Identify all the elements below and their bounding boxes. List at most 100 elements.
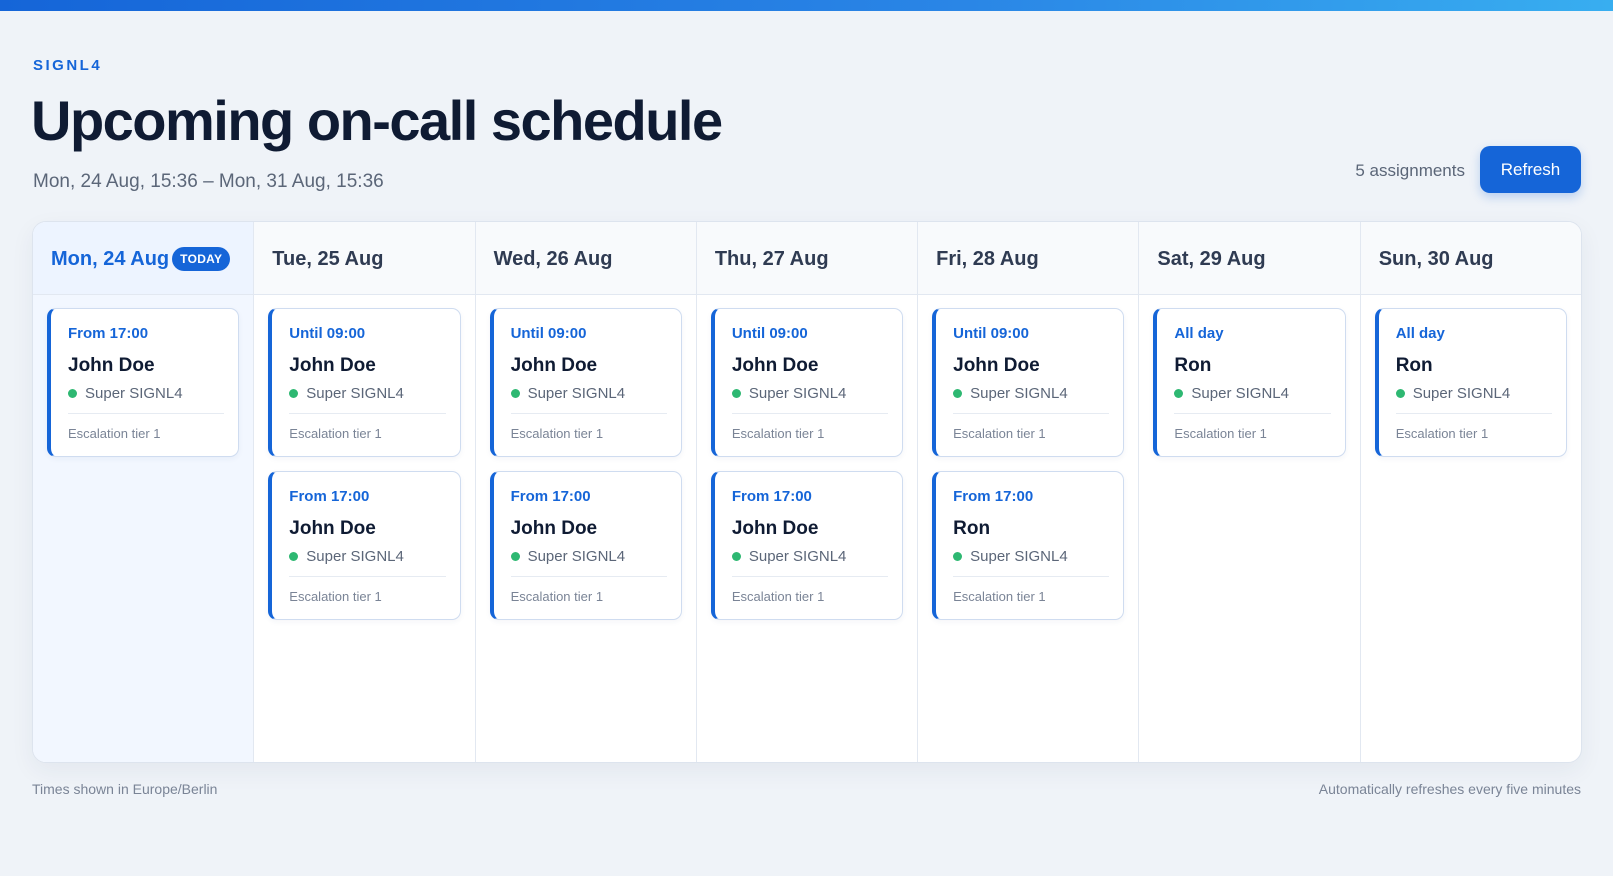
shift-time: Until 09:00 — [731, 325, 808, 342]
assignee-name: Ron — [1174, 355, 1212, 376]
brand-logo: SIGNL4 — [33, 57, 103, 74]
divider — [289, 576, 446, 577]
team-name: Super SIGNL4 — [527, 547, 626, 565]
divider — [731, 413, 889, 414]
team-row: Super SIGNL4 — [953, 546, 1109, 566]
shift-time: Until 09:00 — [510, 325, 587, 342]
status-dot-icon — [1174, 388, 1184, 398]
refresh-button[interactable]: Refresh — [1480, 146, 1581, 193]
day-column: Sun, 30 Aug All day Ron Super SIGNL4 Esc… — [1360, 222, 1581, 762]
day-shifts: Until 09:00 John Doe Super SIGNL4 Escala… — [476, 295, 696, 634]
status-dot-icon — [1395, 388, 1405, 398]
day-header: Mon, 24 Aug TODAY — [33, 222, 254, 295]
team-name: Super SIGNL4 — [970, 547, 1068, 565]
day-label: Sat, 29 Aug — [1157, 247, 1266, 270]
assignee-name: John Doe — [731, 518, 819, 539]
status-dot-icon — [731, 551, 741, 561]
shift-time: From 17:00 — [953, 488, 1034, 505]
assignee-name: Ron — [1395, 355, 1433, 376]
day-column: Fri, 28 Aug Until 09:00 John Doe Super S… — [918, 222, 1140, 762]
shift-card[interactable]: All day Ron Super SIGNL4 Escalation tier… — [1153, 308, 1346, 457]
team-row: Super SIGNL4 — [953, 383, 1109, 403]
shift-card[interactable]: Until 09:00 John Doe Super SIGNL4 Escala… — [710, 308, 904, 457]
shift-card[interactable]: From 17:00 John Doe Super SIGNL4 Escalat… — [489, 471, 682, 620]
day-shifts: Until 09:00 John Doe Super SIGNL4 Escala… — [918, 295, 1138, 634]
day-header: Tue, 25 Aug — [254, 222, 475, 295]
status-dot-icon — [953, 388, 963, 398]
shift-card[interactable]: Until 09:00 John Doe Super SIGNL4 Escala… — [489, 308, 682, 457]
status-dot-icon — [953, 551, 963, 561]
today-badge: TODAY — [172, 247, 231, 271]
shift-card[interactable]: From 17:00 John Doe Super SIGNL4 Escalat… — [710, 471, 904, 620]
assignee-name: John Doe — [731, 355, 819, 376]
escalation-tier: Escalation tier 1 — [510, 426, 604, 441]
divider — [731, 576, 889, 577]
assignee-name: Ron — [953, 518, 991, 539]
assignee-name: John Doe — [510, 518, 598, 539]
assignment-count: 5 assignments — [1355, 161, 1465, 180]
divider — [1395, 413, 1552, 414]
team-row: Super SIGNL4 — [731, 546, 888, 566]
shift-time: From 17:00 — [731, 488, 812, 505]
team-name: Super SIGNL4 — [306, 547, 404, 565]
shift-card[interactable]: All day Ron Super SIGNL4 Escalation tier… — [1374, 308, 1567, 457]
assignee-name: John Doe — [289, 518, 376, 539]
team-row: Super SIGNL4 — [731, 383, 888, 403]
day-column: Sat, 29 Aug All day Ron Super SIGNL4 Esc… — [1139, 222, 1361, 762]
status-dot-icon — [510, 551, 520, 561]
day-label: Mon, 24 Aug — [51, 247, 170, 270]
assignee-name: John Doe — [953, 355, 1040, 376]
day-label: Fri, 28 Aug — [936, 247, 1039, 270]
shift-time: From 17:00 — [289, 488, 370, 505]
day-shifts: Until 09:00 John Doe Super SIGNL4 Escala… — [697, 295, 917, 634]
shift-time: Until 09:00 — [289, 325, 366, 342]
escalation-tier: Escalation tier 1 — [68, 426, 161, 441]
status-dot-icon — [731, 388, 741, 398]
day-column: Wed, 26 Aug Until 09:00 John Doe Super S… — [475, 222, 697, 762]
escalation-tier: Escalation tier 1 — [289, 589, 382, 604]
assignee-name: John Doe — [510, 355, 598, 376]
escalation-tier: Escalation tier 1 — [510, 589, 604, 604]
day-header: Thu, 27 Aug — [696, 222, 918, 295]
team-row: Super SIGNL4 — [510, 383, 667, 403]
status-dot-icon — [289, 551, 299, 561]
shift-card[interactable]: Until 09:00 John Doe Super SIGNL4 Escala… — [932, 308, 1125, 457]
day-column: Tue, 25 Aug Until 09:00 John Doe Super S… — [254, 222, 476, 762]
date-range: Mon, 24 Aug, 15:36 – Mon, 31 Aug, 15:36 — [33, 171, 384, 192]
team-row: Super SIGNL4 — [1174, 383, 1330, 403]
shift-time: All day — [1174, 325, 1224, 342]
escalation-tier: Escalation tier 1 — [953, 589, 1046, 604]
day-column: Thu, 27 Aug Until 09:00 John Doe Super S… — [696, 222, 919, 762]
team-name: Super SIGNL4 — [85, 384, 183, 402]
auto-refresh-note: Automatically refreshes every five minut… — [1318, 781, 1581, 797]
escalation-tier: Escalation tier 1 — [953, 426, 1046, 441]
divider — [953, 576, 1110, 577]
divider — [68, 413, 225, 414]
day-column: Mon, 24 Aug TODAY From 17:00 John Doe Su… — [33, 222, 255, 762]
divider — [510, 413, 667, 414]
day-label: Thu, 27 Aug — [714, 247, 829, 270]
day-shifts: Until 09:00 John Doe Super SIGNL4 Escala… — [254, 295, 474, 634]
team-name: Super SIGNL4 — [1412, 384, 1511, 402]
escalation-tier: Escalation tier 1 — [289, 426, 382, 441]
team-name: Super SIGNL4 — [748, 547, 847, 565]
shift-time: From 17:00 — [510, 488, 591, 505]
shift-card[interactable]: From 17:00 John Doe Super SIGNL4 Escalat… — [47, 308, 240, 457]
shift-time: Until 09:00 — [953, 325, 1029, 342]
escalation-tier: Escalation tier 1 — [731, 426, 825, 441]
shift-card[interactable]: From 17:00 Ron Super SIGNL4 Escalation t… — [932, 471, 1125, 620]
divider — [953, 413, 1110, 414]
team-name: Super SIGNL4 — [527, 384, 626, 402]
divider — [289, 413, 446, 414]
team-row: Super SIGNL4 — [510, 546, 667, 566]
shift-card[interactable]: From 17:00 John Doe Super SIGNL4 Escalat… — [268, 471, 461, 620]
status-dot-icon — [68, 388, 77, 398]
escalation-tier: Escalation tier 1 — [1174, 426, 1267, 441]
team-row: Super SIGNL4 — [289, 383, 445, 403]
day-shifts: From 17:00 John Doe Super SIGNL4 Escalat… — [33, 295, 253, 471]
escalation-tier: Escalation tier 1 — [731, 589, 825, 604]
team-row: Super SIGNL4 — [68, 383, 224, 403]
day-header: Fri, 28 Aug — [918, 222, 1139, 295]
divider — [510, 576, 667, 577]
shift-card[interactable]: Until 09:00 John Doe Super SIGNL4 Escala… — [268, 308, 461, 457]
